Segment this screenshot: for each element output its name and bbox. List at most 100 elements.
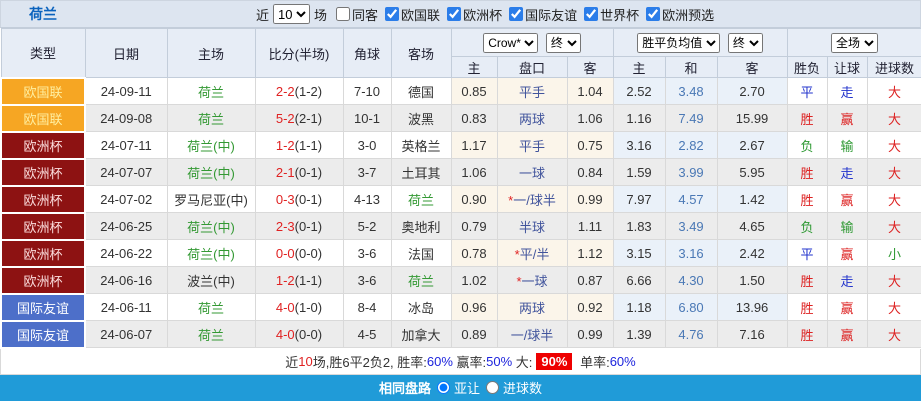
team-title: 荷兰 bbox=[29, 6, 57, 22]
away-team: 荷兰 bbox=[390, 266, 452, 294]
home-team: 荷兰(中) bbox=[166, 158, 256, 186]
home-team: 荷兰 bbox=[166, 320, 256, 348]
crown-home-odds: 1.17 bbox=[450, 131, 498, 159]
same-venue-filter[interactable]: 同客 bbox=[336, 5, 378, 24]
fulltime-score: 0-0 bbox=[275, 245, 295, 261]
result-wdl: 平 bbox=[786, 239, 828, 267]
europe-odds-controls: 胜平负均值 终 bbox=[612, 28, 788, 57]
league-filter-checkbox[interactable] bbox=[385, 7, 400, 21]
euro-lose-odds: 7.16 bbox=[716, 320, 788, 348]
result-wdl: 平 bbox=[786, 77, 828, 105]
handicap-cell: 两球 bbox=[496, 293, 568, 321]
crown-period-select[interactable]: 终 bbox=[545, 32, 581, 53]
summary-segment: 单率: bbox=[576, 354, 610, 370]
result-wdl: 胜 bbox=[786, 158, 828, 186]
euro-draw-odds: 4.57 bbox=[664, 185, 718, 213]
score-cell: 5-2(2-1) bbox=[254, 104, 344, 132]
handicap-name: 两球 bbox=[518, 300, 545, 316]
league-filter-checkbox[interactable] bbox=[584, 7, 599, 21]
crown-odds-controls: Crow* 终 bbox=[450, 28, 614, 57]
league-filter-label: 世界杯 bbox=[600, 7, 640, 23]
handicap-cell: *平/半 bbox=[496, 239, 568, 267]
handicap-cell: *一球 bbox=[496, 266, 568, 294]
europe-type-select[interactable]: 胜平负均值 bbox=[637, 32, 721, 53]
europe-period-select[interactable]: 终 bbox=[727, 32, 763, 53]
league-filter-4[interactable]: 欧洲预选 bbox=[646, 5, 714, 24]
col-header-home: 主场 bbox=[166, 28, 256, 78]
result-goals: 小 bbox=[866, 239, 921, 267]
footer-option-radio[interactable] bbox=[436, 381, 450, 394]
footer-option-1[interactable]: 进球数 bbox=[486, 378, 542, 397]
home-team: 荷兰 bbox=[166, 104, 256, 132]
euro-draw-odds: 4.76 bbox=[664, 320, 718, 348]
euro-draw-odds: 6.80 bbox=[664, 293, 718, 321]
league-badge: 欧洲杯 bbox=[0, 265, 86, 295]
euro-win-odds: 1.59 bbox=[612, 158, 666, 186]
scope-select[interactable]: 全场 bbox=[831, 32, 879, 53]
handicap-name: 一/球半 bbox=[513, 192, 556, 208]
score-cell: 0-3(0-1) bbox=[254, 185, 344, 213]
result-wdl: 胜 bbox=[786, 320, 828, 348]
subcol-crown-away: 客 bbox=[566, 56, 614, 78]
league-badge: 国际友谊 bbox=[0, 292, 86, 322]
footer-option-radio[interactable] bbox=[486, 381, 499, 394]
score-cell: 2-3(0-1) bbox=[254, 212, 344, 240]
summary-segment: 10 bbox=[298, 353, 313, 369]
crown-home-odds: 0.90 bbox=[450, 185, 498, 213]
euro-win-odds: 7.97 bbox=[612, 185, 666, 213]
league-filter-checkbox[interactable] bbox=[509, 7, 524, 21]
table-row: 欧洲杯 24-07-02 罗马尼亚(中) 0-3(0-1) 4-13 荷兰 0.… bbox=[0, 184, 921, 214]
league-badge: 欧洲杯 bbox=[0, 130, 86, 160]
corner-score: 3-0 bbox=[342, 131, 392, 159]
result-handicap: 赢 bbox=[826, 104, 868, 132]
result-handicap: 走 bbox=[826, 77, 868, 105]
match-date: 24-06-11 bbox=[84, 293, 168, 321]
league-filter-label: 国际友谊 bbox=[525, 7, 578, 23]
crown-away-odds: 1.04 bbox=[566, 77, 614, 105]
score-cell: 4-0(1-0) bbox=[254, 293, 344, 321]
result-wdl: 胜 bbox=[786, 104, 828, 132]
league-filter-checkbox[interactable] bbox=[447, 7, 462, 21]
result-handicap: 赢 bbox=[826, 185, 868, 213]
result-goals: 大 bbox=[866, 320, 921, 348]
euro-lose-odds: 2.42 bbox=[716, 239, 788, 267]
match-date: 24-07-07 bbox=[84, 158, 168, 186]
handicap-name: 半球 bbox=[518, 219, 545, 235]
col-header-corner: 角球 bbox=[342, 28, 392, 78]
league-filter-checkbox[interactable] bbox=[646, 7, 661, 21]
euro-win-odds: 1.16 bbox=[612, 104, 666, 132]
crown-away-odds: 0.75 bbox=[566, 131, 614, 159]
league-filter-label: 欧洲杯 bbox=[463, 7, 503, 23]
corner-score: 3-6 bbox=[342, 239, 392, 267]
away-team: 荷兰 bbox=[390, 185, 452, 213]
footer-option-0[interactable]: 亚让 bbox=[436, 378, 480, 397]
fulltime-score: 1-2 bbox=[275, 137, 295, 153]
corner-score: 4-5 bbox=[342, 320, 392, 348]
result-handicap: 赢 bbox=[826, 320, 868, 348]
match-date: 24-07-02 bbox=[84, 185, 168, 213]
league-badge: 欧国联 bbox=[0, 103, 86, 133]
crown-home-odds: 0.78 bbox=[450, 239, 498, 267]
stats-summary: 近 10 场,胜6平2负2, 胜率: 60% 赢率: 50% 大: 90% 单率: 60% bbox=[0, 348, 921, 375]
league-filter-3[interactable]: 世界杯 bbox=[584, 5, 639, 24]
col-header-score: 比分(半场) bbox=[254, 28, 344, 78]
handicap-cell: *一/球半 bbox=[496, 185, 568, 213]
bookmaker-select[interactable]: Crow* bbox=[483, 32, 539, 53]
home-team: 荷兰(中) bbox=[166, 212, 256, 240]
col-header-away: 客场 bbox=[390, 28, 452, 78]
away-team: 法国 bbox=[390, 239, 452, 267]
league-filter-2[interactable]: 国际友谊 bbox=[509, 5, 577, 24]
table-row: 欧洲杯 24-07-11 荷兰(中) 1-2(1-1) 3-0 英格兰 1.17… bbox=[0, 130, 921, 160]
table-row: 欧洲杯 24-07-07 荷兰(中) 2-1(0-1) 3-7 土耳其 1.06… bbox=[0, 157, 921, 187]
match-count-select[interactable]: 10 bbox=[273, 4, 311, 24]
same-venue-checkbox[interactable] bbox=[336, 7, 351, 21]
home-team: 波兰(中) bbox=[166, 266, 256, 294]
euro-win-odds: 3.16 bbox=[612, 131, 666, 159]
result-goals: 大 bbox=[866, 212, 921, 240]
corner-score: 10-1 bbox=[342, 104, 392, 132]
subcol-result-goals: 进球数 bbox=[866, 56, 921, 78]
league-filter-1[interactable]: 欧洲杯 bbox=[447, 5, 502, 24]
euro-draw-odds: 3.99 bbox=[664, 158, 718, 186]
league-filter-0[interactable]: 欧国联 bbox=[385, 5, 440, 24]
fulltime-score: 2-1 bbox=[275, 164, 295, 180]
